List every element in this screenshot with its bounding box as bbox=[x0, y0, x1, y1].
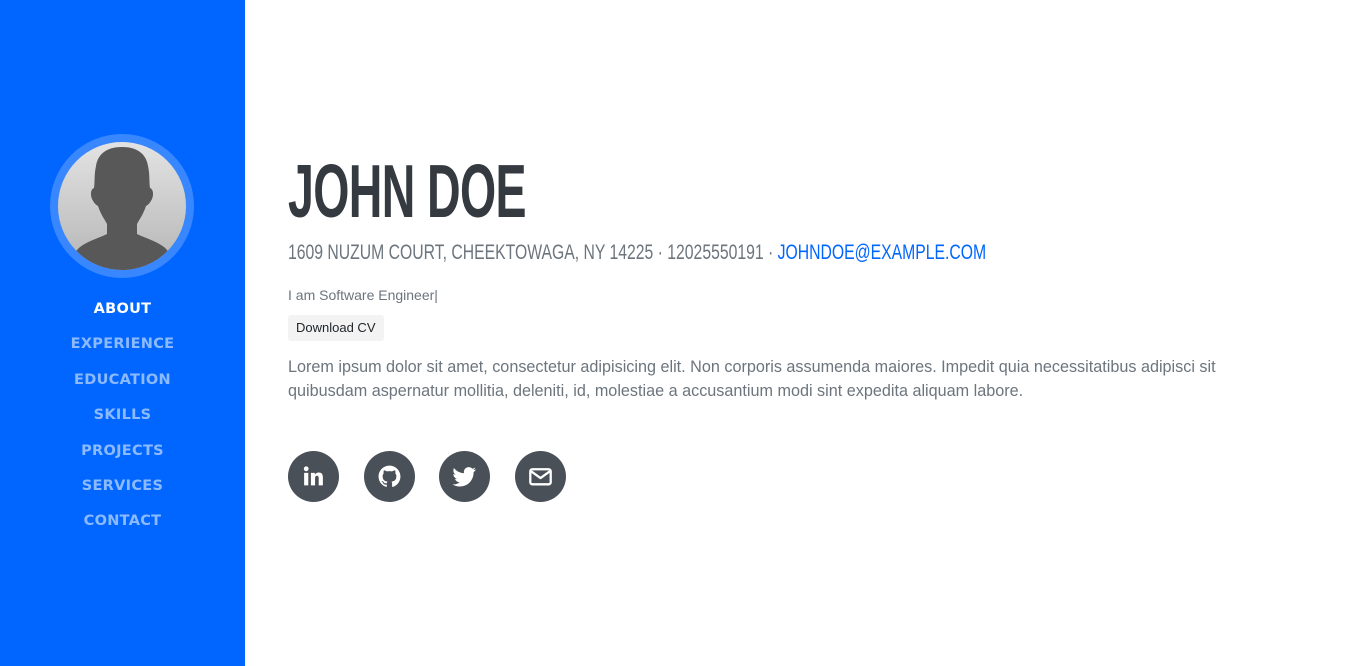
bio-paragraph: Lorem ipsum dolor sit amet, consectetur … bbox=[288, 358, 1216, 400]
avatar-ring bbox=[50, 134, 194, 278]
resume-page: ABOUT EXPERIENCE EDUCATION SKILLS PROJEC… bbox=[0, 0, 1356, 666]
address-phone-text: 1609 NUZUM COURT, CHEEKTOWAGA, NY 14225 … bbox=[288, 241, 778, 264]
nav-item-projects[interactable]: PROJECTS bbox=[0, 434, 245, 469]
nav-item-contact[interactable]: CONTACT bbox=[0, 504, 245, 539]
envelope-icon bbox=[529, 468, 552, 486]
email-link[interactable]: JOHNDOE@EXAMPLE.COM bbox=[778, 241, 987, 264]
twitter-button[interactable] bbox=[439, 451, 490, 502]
github-button[interactable] bbox=[364, 451, 415, 502]
nav-item-about[interactable]: ABOUT bbox=[0, 292, 245, 327]
role-text: I am Software Engineer| bbox=[288, 287, 438, 303]
about-section: JOHN DOE 1609 NUZUM COURT, CHEEKTOWAGA, … bbox=[288, 150, 1288, 403]
contact-line: 1609 NUZUM COURT, CHEEKTOWAGA, NY 14225 … bbox=[288, 240, 1038, 266]
nav-item-experience[interactable]: EXPERIENCE bbox=[0, 327, 245, 362]
download-cv-button[interactable]: Download CV bbox=[288, 315, 384, 341]
email-button[interactable] bbox=[515, 451, 566, 502]
profile-name: JOHN DOE bbox=[288, 149, 527, 233]
github-icon bbox=[378, 465, 401, 487]
linkedin-button[interactable] bbox=[288, 451, 339, 502]
sidebar: ABOUT EXPERIENCE EDUCATION SKILLS PROJEC… bbox=[0, 0, 245, 666]
nav-item-services[interactable]: SERVICES bbox=[0, 469, 245, 504]
nav-item-skills[interactable]: SKILLS bbox=[0, 398, 245, 433]
sidebar-nav: ABOUT EXPERIENCE EDUCATION SKILLS PROJEC… bbox=[0, 292, 245, 540]
linkedin-icon bbox=[303, 466, 323, 486]
avatar bbox=[58, 142, 186, 270]
twitter-icon bbox=[452, 467, 476, 487]
nav-item-education[interactable]: EDUCATION bbox=[0, 363, 245, 398]
user-silhouette-icon bbox=[68, 147, 176, 270]
